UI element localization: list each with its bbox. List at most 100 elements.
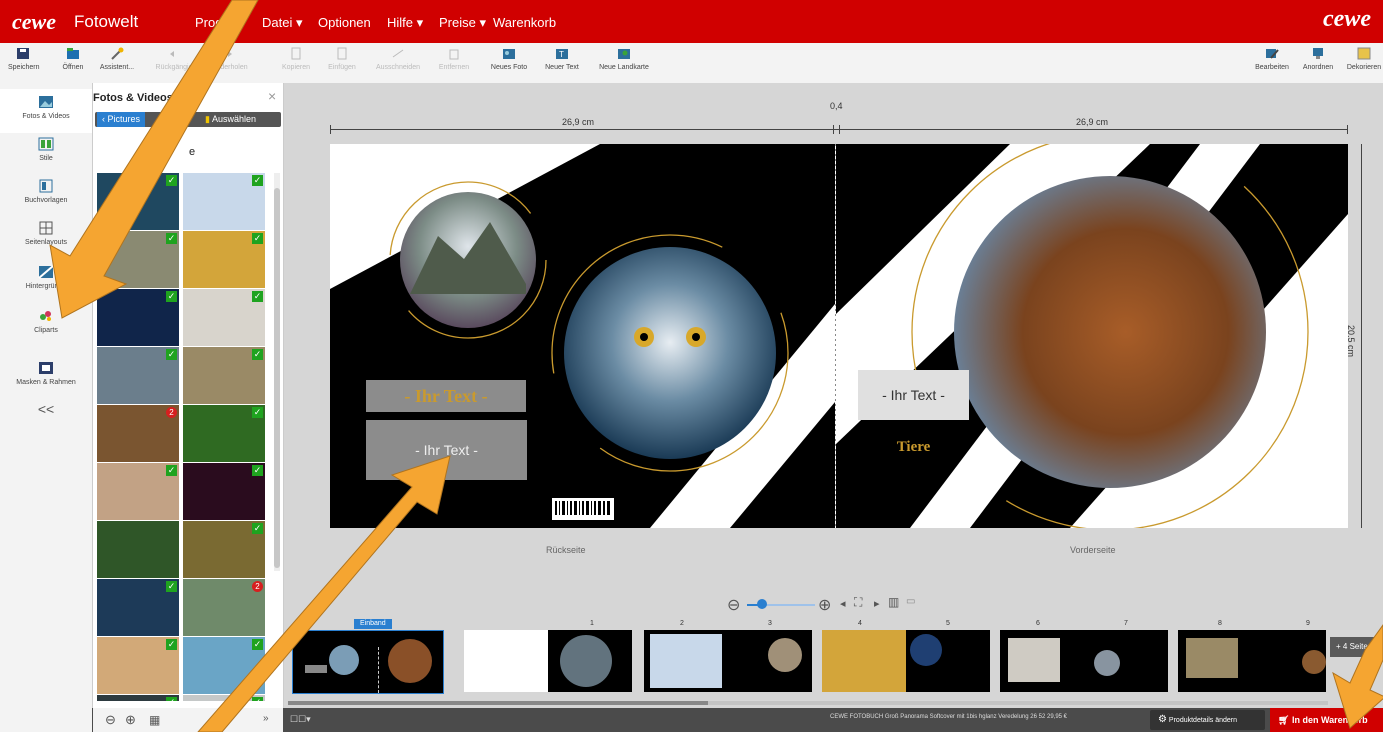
next-page-icon[interactable]: ▸	[874, 597, 880, 610]
rail-item-backgrounds[interactable]: Hintergründe	[0, 263, 92, 299]
new-map-button[interactable]: Neue Landkarte	[596, 47, 652, 71]
new-photo-button[interactable]: Neues Foto	[487, 47, 531, 71]
multipage-view-icon[interactable]: ▭	[906, 596, 915, 607]
copy-button[interactable]: Kopieren	[274, 47, 318, 71]
panel-scroll-thumb[interactable]	[274, 188, 280, 568]
zoom-out-icon[interactable]: ⊖	[727, 595, 740, 615]
rail-item-photos[interactable]: Fotos & Videos	[0, 89, 92, 133]
save-button[interactable]: Speichern	[8, 47, 40, 71]
photo-thumbnail[interactable]: ✓	[183, 289, 265, 346]
strip-page-2[interactable]	[644, 630, 728, 692]
wizard-icon	[111, 47, 124, 60]
strip-page-8[interactable]	[1178, 630, 1262, 692]
strip-page-9[interactable]	[1262, 630, 1326, 692]
view-options-icon[interactable]: ☐☐▾	[290, 714, 311, 725]
mini-photo	[910, 634, 942, 666]
menu-preise[interactable]: Preise ▾	[439, 15, 486, 31]
strip-scrollbar[interactable]	[288, 701, 1328, 705]
fit-to-screen-icon[interactable]: ⛶	[854, 595, 862, 610]
rail-item-styles[interactable]: Stile	[0, 135, 92, 171]
strip-page-6[interactable]	[1000, 630, 1084, 692]
panel-scrollbar[interactable]	[274, 173, 280, 571]
rail-collapse-button[interactable]: <<	[0, 401, 92, 417]
panel-close-icon[interactable]: ×	[268, 88, 276, 104]
photo-thumbnail[interactable]: ✓	[183, 695, 265, 701]
open-button[interactable]: Öffnen	[58, 47, 88, 71]
paste-button[interactable]: Einfügen	[320, 47, 364, 71]
menu-datei[interactable]: Datei ▾	[262, 15, 303, 31]
text-tiere[interactable]: Tiere	[858, 439, 969, 456]
photo-thumbnail[interactable]: ✓	[183, 173, 265, 230]
photo-thumbnail[interactable]: ✓	[97, 231, 179, 288]
zoom-in-thumbs-icon[interactable]: ⊕	[125, 712, 136, 728]
page-view-icon[interactable]: ▥	[888, 595, 899, 609]
previous-page-icon[interactable]: ◂	[840, 597, 846, 610]
zoom-in-icon[interactable]: ⊕	[818, 595, 831, 615]
rail-item-cliparts[interactable]: Cliparts	[0, 307, 92, 343]
photo-thumbnail[interactable]: ✓	[97, 347, 179, 404]
new-photo-icon	[503, 49, 515, 59]
folder-back-button[interactable]: ‹ Pictures	[97, 112, 146, 127]
arrange-button[interactable]: Anordnen	[1298, 47, 1338, 71]
select-button[interactable]: ▮ Auswählen	[205, 112, 256, 127]
menu-optionen[interactable]: Optionen	[318, 15, 371, 30]
photo-thumbnail[interactable]	[97, 521, 179, 578]
text-box-grey-left[interactable]: - Ihr Text -	[366, 420, 527, 480]
photo-thumbnail[interactable]: 2	[97, 405, 179, 462]
cut-button[interactable]: Ausschneiden	[372, 47, 424, 71]
photo-thumbnail[interactable]: ✓	[97, 463, 179, 520]
arrange-label: Anordnen	[1302, 64, 1334, 71]
photo-thumbnail[interactable]: ✓	[183, 521, 265, 578]
menu-hilfe[interactable]: Hilfe ▾	[387, 15, 423, 31]
strip-page-7[interactable]	[1084, 630, 1168, 692]
photo-thumbnail[interactable]: ✓	[183, 231, 265, 288]
new-text-button[interactable]: T Neuer Text	[540, 47, 584, 71]
svg-text:T: T	[559, 50, 564, 59]
zoom-out-thumbs-icon[interactable]: ⊖	[105, 712, 116, 728]
redo-icon	[228, 51, 232, 57]
photo-thumbnail[interactable]: ✓	[97, 695, 179, 701]
edit-icon	[1266, 49, 1279, 59]
strip-scroll-thumb[interactable]	[288, 701, 708, 705]
photo-thumbnail[interactable]: ✓	[183, 637, 265, 694]
photo-owl[interactable]	[564, 247, 776, 459]
photo-thumbnail[interactable]: ✓	[97, 637, 179, 694]
wizard-button[interactable]: Assistent...	[98, 47, 136, 71]
redo-button[interactable]: Wiederholen	[206, 47, 250, 71]
grid-view-icon[interactable]: ▦	[149, 713, 160, 727]
photo-thumbnail[interactable]: ✓	[97, 289, 179, 346]
photo-thumbnail[interactable]: ✓	[183, 405, 265, 462]
undo-button[interactable]: Rückgängig	[152, 47, 196, 71]
photo-thumbnail[interactable]: ✓	[97, 579, 179, 636]
rail-item-page-layouts[interactable]: Seitenlayouts	[0, 219, 92, 255]
photo-thumbnail[interactable]: ✓	[97, 173, 179, 230]
photo-highland-cow[interactable]	[954, 176, 1266, 488]
strip-page-5[interactable]	[906, 630, 990, 692]
text-box-gold[interactable]: - Ihr Text -	[366, 380, 526, 412]
rail-label-book-templates: Buchvorlagen	[24, 197, 68, 204]
edit-button[interactable]: Bearbeiten	[1252, 47, 1292, 71]
decorate-label: Dekorieren	[1346, 64, 1382, 71]
strip-page-title[interactable]	[464, 630, 548, 692]
strip-cover[interactable]	[292, 630, 444, 694]
zoom-slider-handle[interactable]	[757, 599, 767, 609]
page-num-9: 9	[1306, 620, 1310, 627]
strip-page-1[interactable]	[548, 630, 632, 692]
menu-warenkorb[interactable]: Warenkorb	[493, 15, 556, 30]
menu-produkt[interactable]: Produkt	[195, 15, 240, 30]
delete-button[interactable]: Entfernen	[432, 47, 476, 71]
text-box-grey-right[interactable]: - Ihr Text -	[858, 370, 969, 420]
product-details-button[interactable]: ⚙ Produktdetails ändern	[1150, 710, 1265, 730]
photo-thumbnail[interactable]: ✓	[183, 463, 265, 520]
add-pages-button[interactable]: + 4 Seiten	[1330, 637, 1383, 657]
expand-panel-icon[interactable]: »	[263, 713, 269, 724]
add-to-cart-button[interactable]: 🛒︎ In den Warenkorb	[1270, 708, 1383, 732]
photo-thumbnail[interactable]: ✓	[183, 347, 265, 404]
strip-page-3[interactable]	[728, 630, 812, 692]
photo-thumbnail[interactable]: 2	[183, 579, 265, 636]
rail-item-book-templates[interactable]: Buchvorlagen	[0, 177, 92, 213]
photo-thumbnail-grid: ✓ ✓ ✓ ✓ ✓ ✓ ✓ ✓ 2 ✓ ✓ ✓ ✓ ✓ 2 ✓ ✓ ✓ ✓	[97, 173, 269, 701]
strip-page-4[interactable]	[822, 630, 906, 692]
rail-item-masks-frames[interactable]: Masken & Rahmen	[0, 359, 92, 395]
decorate-button[interactable]: Dekorieren	[1344, 47, 1383, 71]
